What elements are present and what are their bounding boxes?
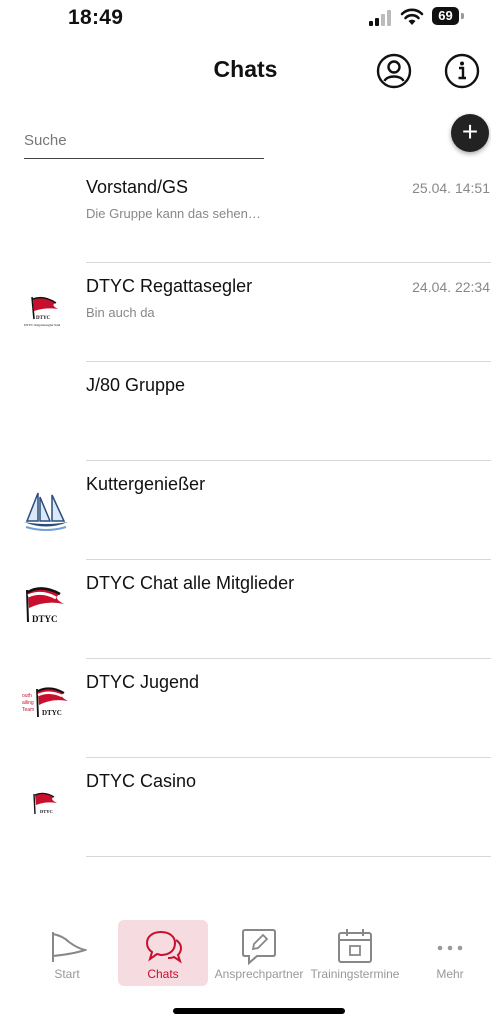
flag-icon — [52, 932, 87, 962]
chat-item-casino[interactable]: DTYC DTYC Casino — [0, 758, 491, 857]
profile-icon[interactable] — [376, 53, 412, 89]
chat-name: DTYC Jugend — [86, 672, 200, 692]
chat-name: DTYC Regattasegler — [86, 276, 253, 296]
page-title: Chats — [213, 56, 278, 82]
chat-time: 25.04. 14:51 — [412, 180, 490, 196]
status-bar: 18:49 69 — [0, 0, 491, 40]
add-chat-button[interactable]: + — [451, 114, 489, 152]
chat-preview: Bin auch da — [86, 305, 155, 320]
tab-bar: Start Chats Ansprechpartner Trainingster… — [0, 920, 491, 990]
status-time: 18:49 — [68, 6, 124, 29]
divider — [86, 856, 491, 857]
svg-text:DTYC: DTYC — [36, 316, 51, 321]
chat-preview: Die Gruppe kann das sehen… — [86, 206, 261, 221]
svg-text:outh: outh — [22, 693, 32, 699]
battery-icon: 69 — [432, 7, 464, 25]
svg-text:DTYC: DTYC — [40, 809, 53, 814]
more-dots-icon — [437, 945, 463, 951]
edit-bubble-icon — [242, 929, 276, 966]
battery-level: 69 — [438, 8, 453, 23]
chat-item-vorstand[interactable]: Vorstand/GS 25.04. 14:51 Die Gruppe kann… — [0, 164, 491, 263]
search-input[interactable] — [24, 130, 264, 151]
chat-item-regattasegler[interactable]: DTYC DTYC Regattasegler Kiel DTYC Regatt… — [0, 263, 491, 362]
calendar-icon — [338, 929, 372, 963]
home-indicator — [173, 1008, 345, 1014]
wifi-icon — [400, 8, 424, 25]
tab-label: Mehr — [436, 967, 464, 981]
chat-item-kuttergeniesser[interactable]: Kuttergenießer — [0, 461, 491, 560]
chat-name: J/80 Gruppe — [86, 375, 186, 395]
svg-text:DTYC: DTYC — [42, 709, 62, 717]
tab-label: Ansprechpartner — [214, 967, 304, 981]
svg-text:DTYC Regattasegler Kiel: DTYC Regattasegler Kiel — [24, 323, 60, 327]
tab-ansprechpartner[interactable]: Ansprechpartner — [213, 920, 305, 986]
tab-label: Trainingstermine — [310, 967, 400, 981]
cellular-signal-icon — [369, 10, 391, 26]
svg-text:ailing: ailing — [22, 700, 34, 706]
plus-icon: + — [461, 116, 479, 147]
svg-text:DTYC: DTYC — [32, 614, 58, 624]
dtyc-flag-logo: DTYC — [26, 587, 64, 624]
chat-bubbles-icon — [145, 930, 183, 964]
tab-chats[interactable]: Chats — [118, 920, 208, 986]
search-field[interactable] — [24, 130, 264, 159]
info-icon[interactable] — [444, 53, 480, 89]
tab-label: Chats — [147, 967, 179, 981]
chat-name: DTYC Chat alle Mitglieder — [86, 573, 295, 593]
chat-item-alle-mitglieder[interactable]: DTYC DTYC Chat alle Mitglieder — [0, 560, 491, 659]
dtyc-flag-logo: outh ailing Team DTYC — [22, 687, 68, 718]
dtyc-flag-logo: DTYC — [33, 792, 57, 815]
chat-time: 24.04. 22:34 — [412, 279, 490, 295]
tab-trainingstermine[interactable]: Trainingstermine — [309, 920, 401, 986]
tab-label: Start — [54, 967, 80, 981]
chat-name: Vorstand/GS — [86, 177, 189, 197]
chat-name: DTYC Casino — [86, 771, 197, 791]
chat-name: Kuttergenießer — [86, 474, 206, 494]
dtyc-flag-logo: DTYC DTYC Regattasegler Kiel — [24, 296, 60, 327]
chat-item-j80[interactable]: J/80 Gruppe — [0, 362, 491, 461]
tab-start[interactable]: Start — [22, 920, 112, 986]
tab-mehr[interactable]: Mehr — [405, 920, 491, 986]
sailboat-logo — [24, 492, 68, 531]
svg-text:Team: Team — [22, 707, 34, 713]
chat-item-jugend[interactable]: outh ailing Team DTYC DTYC Jugend — [0, 659, 491, 758]
